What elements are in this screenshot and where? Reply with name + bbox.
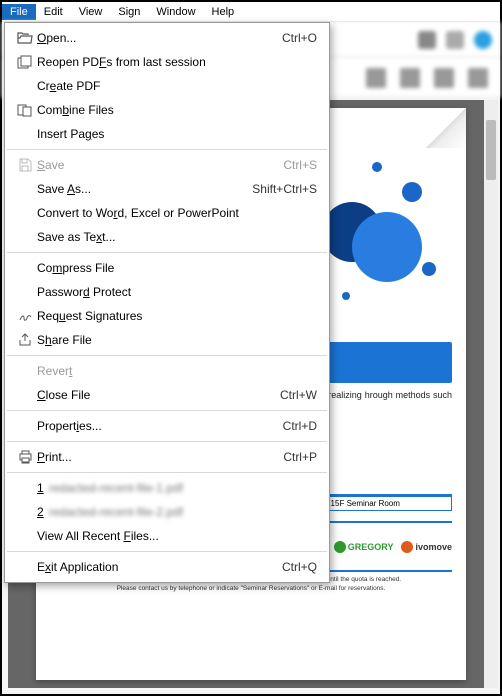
tool-icon-3[interactable] [434,68,454,88]
scrollbar-vertical[interactable] [484,100,498,688]
combine-icon [13,103,37,117]
share-icon [13,333,37,347]
menu-save-as[interactable]: Save As... Shift+Ctrl+S [5,177,329,201]
menu-save-text[interactable]: Save as Text... [5,225,329,249]
pdf-stack-icon [13,55,37,69]
menu-view-all-recent[interactable]: View All Recent Files... [5,524,329,548]
menu-convert[interactable]: Convert to Word, Excel or PowerPoint [5,201,329,225]
menu-help[interactable]: Help [204,4,243,20]
folder-open-icon [13,31,37,45]
menu-recent-1[interactable]: 1 redacted-recent-file-1.pdf [5,476,329,500]
menu-open[interactable]: Open... Ctrl+O [5,26,329,50]
menu-reopen[interactable]: Reopen PDFs from last session [5,50,329,74]
menu-close[interactable]: Close File Ctrl+W [5,383,329,407]
menu-exit[interactable]: Exit Application Ctrl+Q [5,555,329,579]
menu-compress[interactable]: Compress File [5,256,329,280]
print-icon [13,450,37,464]
avatar-icon[interactable] [474,31,492,49]
menu-combine[interactable]: Combine Files [5,98,329,122]
menu-insert-pages[interactable]: Insert Pages [5,122,329,146]
menu-edit[interactable]: Edit [36,4,71,20]
menu-sign[interactable]: Sign [110,4,148,20]
search-icon[interactable] [418,31,436,49]
file-menu-dropdown[interactable]: Open... Ctrl+O Reopen PDFs from last ses… [4,22,330,583]
menu-print[interactable]: Print... Ctrl+P [5,445,329,469]
signature-icon [13,309,37,323]
tool-icon-2[interactable] [400,68,420,88]
menu-properties[interactable]: Properties... Ctrl+D [5,414,329,438]
save-icon [13,158,37,172]
tool-icon-4[interactable] [468,68,488,88]
menu-revert: Revert [5,359,329,383]
menu-file[interactable]: File [2,4,36,20]
menu-share[interactable]: Share File [5,328,329,352]
menu-view[interactable]: View [71,4,111,20]
menu-save: Save Ctrl+S [5,153,329,177]
menu-signatures[interactable]: Request Signatures [5,304,329,328]
bell-icon[interactable] [446,31,464,49]
scrollbar-thumb[interactable] [486,120,496,180]
menubar[interactable]: File Edit View Sign Window Help [2,2,500,22]
menu-window[interactable]: Window [148,4,203,20]
tool-icon-1[interactable] [366,68,386,88]
menu-recent-2[interactable]: 2 redacted-recent-file-2.pdf [5,500,329,524]
menu-password[interactable]: Password Protect [5,280,329,304]
menu-create-pdf[interactable]: Create PDF [5,74,329,98]
